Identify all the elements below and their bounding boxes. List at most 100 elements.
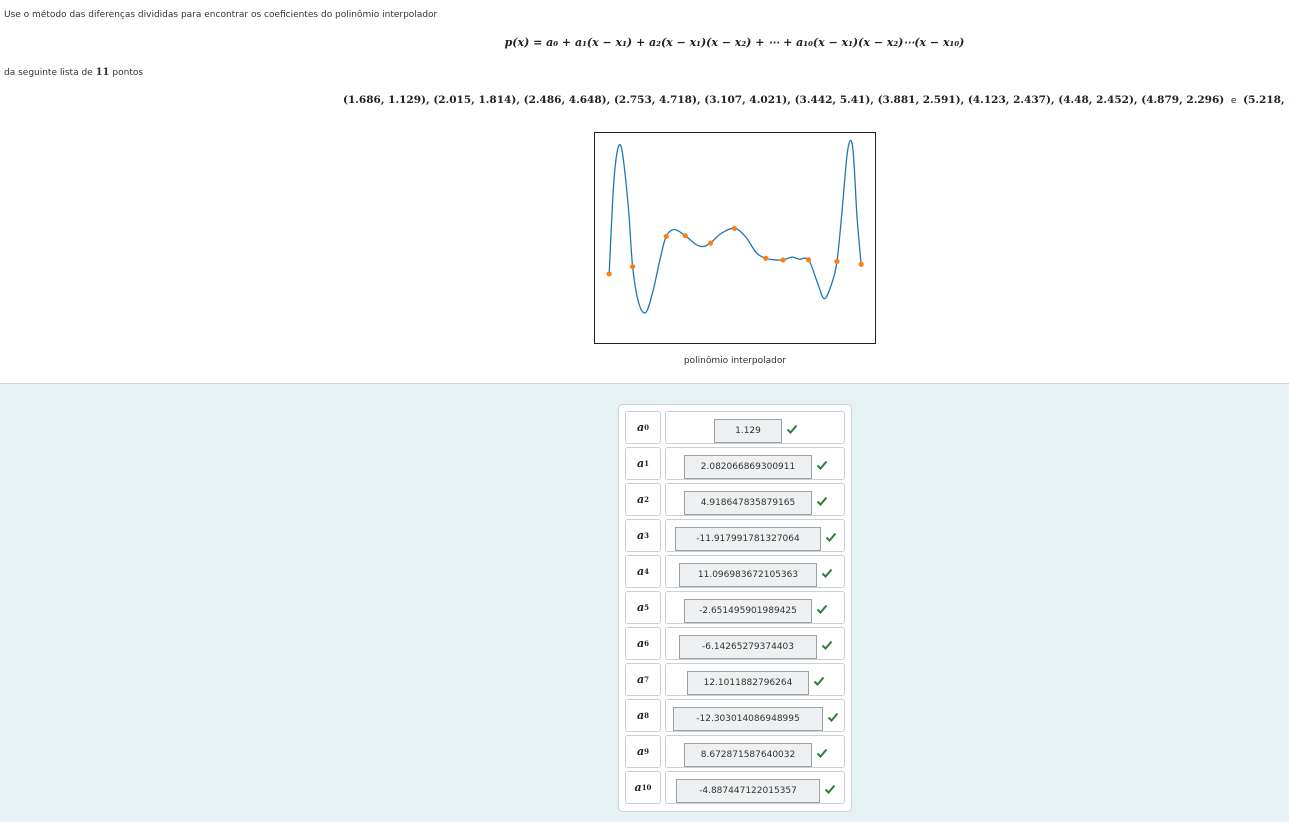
data-point (682, 233, 688, 239)
coefficient-symbol: a (636, 529, 645, 542)
check-icon (821, 640, 833, 650)
coefficient-row: a3 (625, 519, 847, 552)
coefficient-symbol: a (636, 457, 645, 470)
coefficient-label: a5 (625, 591, 661, 624)
coefficient-index: 6 (644, 639, 649, 648)
coefficient-value-cell (665, 735, 845, 768)
data-point (707, 240, 714, 246)
coefficient-row: a 10 (625, 771, 847, 804)
coefficient-value-cell (665, 519, 845, 552)
coefficient-index: 2 (644, 495, 649, 504)
chart-svg (606, 139, 864, 314)
coefficient-label: a1 (625, 447, 661, 480)
coefficient-value-cell (665, 627, 845, 660)
coefficient-symbol: a (636, 709, 645, 722)
coefficient-label: a9 (625, 735, 661, 768)
coefficient-index: 1 (644, 459, 649, 468)
coefficient-index: 9 (644, 747, 649, 756)
coefficient-index: 10 (641, 783, 652, 792)
coefficient-symbol: a (636, 565, 645, 578)
check-icon (825, 532, 837, 542)
coefficient-symbol: a (636, 601, 645, 614)
coefficient-index: 7 (644, 675, 649, 684)
coefficient-row: a1 (625, 447, 847, 480)
coefficient-symbol: a (636, 421, 645, 434)
coefficient-value-cell (665, 663, 845, 696)
coefficient-input-a5[interactable] (684, 599, 812, 623)
coefficient-symbol: a (636, 745, 645, 758)
coefficient-value-cell (665, 699, 845, 732)
data-point (805, 257, 812, 263)
data-point (780, 257, 786, 263)
count-prefix: da seguinte lista de (4, 68, 93, 78)
data-point (630, 263, 636, 270)
chart-caption: polinômio interpolador (683, 356, 787, 366)
coefficient-row: a8 (625, 699, 847, 732)
coefficient-value-cell (665, 771, 845, 804)
coefficient-index: 3 (644, 531, 649, 540)
coefficient-row: a2 (625, 483, 847, 516)
coefficient-label: a 10 (625, 771, 661, 804)
coefficient-input-a10[interactable] (676, 779, 820, 803)
coefficient-input-a3[interactable] (675, 527, 821, 551)
coefficient-symbol: a (636, 493, 645, 506)
coefficient-input-a8[interactable] (673, 707, 823, 731)
coefficient-symbol: a (636, 637, 645, 650)
coefficient-input-a1[interactable] (684, 455, 812, 479)
coefficient-label: a3 (625, 519, 661, 552)
coefficient-label: a8 (625, 699, 661, 732)
data-point (606, 271, 612, 277)
coefficient-index: 0 (644, 423, 649, 432)
data-point (663, 233, 669, 240)
coefficient-label: a2 (625, 483, 661, 516)
polynomial-formula: p(x) = a₀ + a₁(x − x₁) + a₂(x − x₁)(x − … (504, 36, 965, 49)
check-icon (821, 568, 833, 578)
coefficient-label: a4 (625, 555, 661, 588)
check-icon (786, 424, 798, 434)
points-last: (5.218, 2.024) (1243, 94, 1289, 106)
coefficient-value-cell (665, 555, 845, 588)
check-icon (816, 460, 828, 470)
coefficient-row: a7 (625, 663, 847, 696)
check-icon (816, 604, 828, 614)
coefficient-value-cell (665, 591, 845, 624)
coefficients-panel: a0a1a2a3a4a5a6a7a8a9a10 (618, 404, 852, 812)
coefficient-label: a0 (625, 411, 661, 444)
coefficient-row: a4 (625, 555, 847, 588)
check-icon (816, 748, 828, 758)
coefficient-input-a0[interactable] (714, 419, 782, 443)
check-icon (824, 784, 836, 794)
count-suffix: pontos (112, 68, 144, 78)
data-point (858, 261, 864, 267)
coefficient-index: 4 (644, 567, 649, 576)
coefficient-input-a9[interactable] (684, 743, 812, 767)
coefficient-symbol: a (634, 781, 642, 794)
points-conjunction: e (1230, 96, 1237, 106)
check-icon (813, 676, 825, 686)
points-count: 11 (95, 67, 110, 78)
coefficient-input-a6[interactable] (679, 635, 817, 659)
check-icon (827, 712, 839, 722)
coefficient-value-cell (665, 411, 845, 444)
interpolation-chart (594, 132, 876, 344)
points-list: (1.686, 1.129), (2.015, 1.814), (2.486, … (343, 94, 1289, 106)
data-point (731, 225, 738, 231)
coefficient-row: a0 (625, 411, 847, 444)
coefficient-value-cell (665, 447, 845, 480)
data-point (834, 258, 840, 265)
data-point (763, 255, 769, 261)
check-icon (816, 496, 828, 506)
coefficient-label: a7 (625, 663, 661, 696)
coefficient-label: a6 (625, 627, 661, 660)
coefficient-row: a5 (625, 591, 847, 624)
coefficient-input-a7[interactable] (687, 671, 809, 695)
coefficient-value-cell (665, 483, 845, 516)
coefficient-input-a2[interactable] (684, 491, 812, 515)
coefficient-row: a6 (625, 627, 847, 660)
coefficient-symbol: a (636, 673, 645, 686)
coefficient-row: a9 (625, 735, 847, 768)
coefficient-input-a4[interactable] (679, 563, 817, 587)
coefficient-index: 8 (644, 711, 649, 720)
points-count-line: da seguinte lista de 11 pontos (4, 67, 143, 78)
instructions-text: Use o método das diferenças divididas pa… (4, 10, 438, 20)
